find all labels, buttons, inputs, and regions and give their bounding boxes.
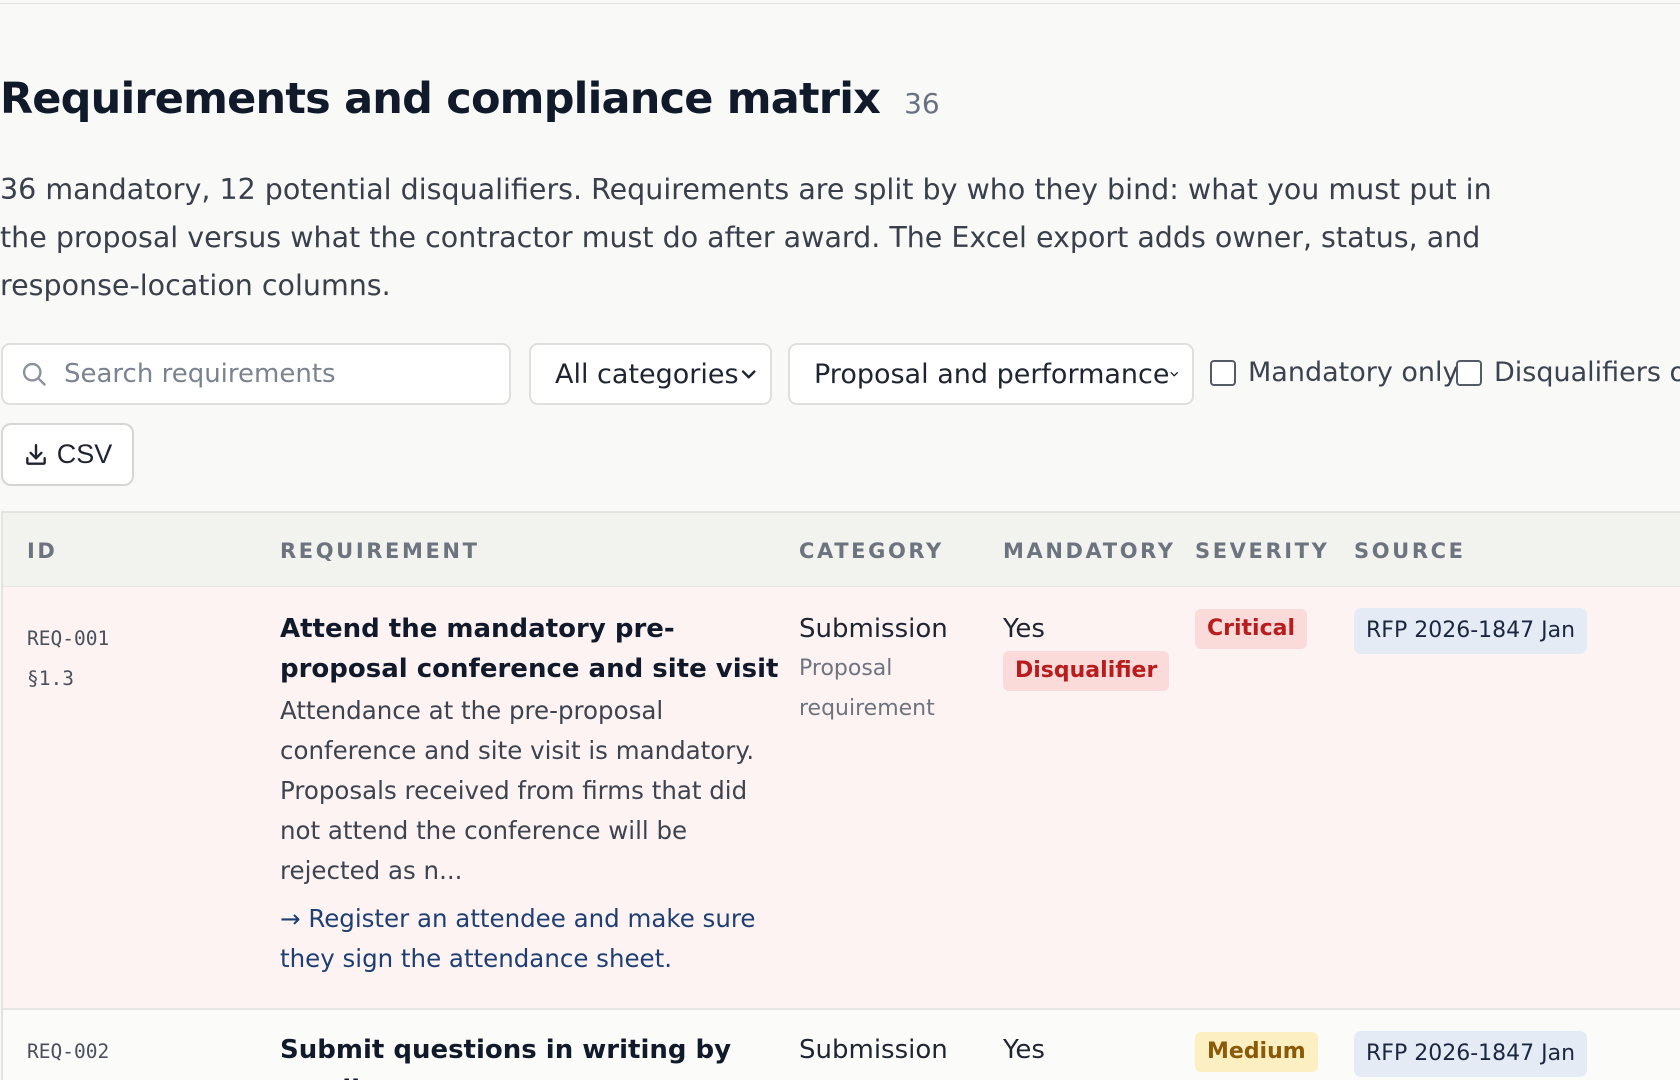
scope-select-value: Proposal and performance	[814, 358, 1170, 390]
category-cell: Submission Proposal requirement	[799, 609, 999, 729]
requirement-action: → Register an attendee and make sure the…	[280, 904, 756, 973]
chevron-down-icon	[741, 370, 756, 379]
mandatory-only-label: Mandatory only	[1248, 357, 1459, 388]
mandatory-value: Yes	[1003, 1035, 1045, 1065]
top-divider	[0, 3, 1680, 4]
disqualifier-badge: Disqualifier	[1003, 651, 1170, 691]
category-select-value: All categories	[555, 358, 739, 390]
category-value: Submission	[799, 1035, 948, 1065]
column-header-severity[interactable]: SEVERITY	[1195, 539, 1329, 563]
search-box[interactable]	[1, 343, 511, 405]
requirements-page: Requirements and compliance matrix 36 36…	[0, 0, 1680, 1080]
csv-export-label: CSV	[56, 439, 113, 469]
table-row[interactable]: REQ-002 Submit questions in writing by e…	[3, 1008, 1680, 1080]
search-input[interactable]	[64, 359, 484, 389]
search-icon	[22, 362, 46, 386]
requirement-cell: Attend the mandatory pre-proposal confer…	[280, 609, 780, 979]
page-description: 36 mandatory, 12 potential disqualifiers…	[0, 173, 1492, 302]
title-row: Requirements and compliance matrix 36	[0, 74, 940, 124]
requirements-table: ID REQUIREMENT CATEGORY MANDATORY SEVERI…	[1, 511, 1680, 1080]
mandatory-only-checkbox[interactable]	[1210, 359, 1236, 386]
column-header-requirement[interactable]: REQUIREMENT	[280, 539, 480, 563]
chevron-down-icon	[1171, 372, 1179, 377]
csv-export-button[interactable]: CSV	[1, 423, 134, 486]
requirement-id: REQ-002	[27, 1040, 110, 1063]
download-icon	[25, 443, 46, 465]
page-title: Requirements and compliance matrix	[0, 74, 881, 124]
mandatory-only-toggle[interactable]: Mandatory only	[1210, 357, 1459, 388]
category-subtype: Proposal requirement	[799, 656, 935, 721]
column-header-mandatory[interactable]: MANDATORY	[1003, 539, 1176, 563]
section-reference: §1.3	[27, 667, 74, 690]
requirement-text: Attendance at the pre-proposal conferenc…	[280, 696, 755, 885]
severity-badge: Medium	[1195, 1032, 1318, 1072]
requirement-title: Submit questions in writing by email	[280, 1035, 732, 1080]
severity-cell: Critical	[1195, 609, 1308, 649]
disqualifiers-only-toggle[interactable]: Disqualifiers on	[1456, 357, 1680, 388]
scope-select[interactable]: Proposal and performance	[788, 343, 1194, 405]
column-header-source[interactable]: SOURCE	[1354, 539, 1466, 563]
disqualifiers-only-checkbox[interactable]	[1456, 359, 1482, 386]
column-header-id[interactable]: ID	[27, 539, 57, 563]
mandatory-value: Yes	[1003, 614, 1045, 644]
requirement-count: 36	[904, 87, 940, 120]
requirement-id: REQ-001	[27, 627, 110, 650]
category-value: Submission	[799, 614, 948, 644]
mandatory-cell: Yes	[1003, 1030, 1045, 1070]
source-cell: RFP 2026-1847 Jan	[1354, 608, 1588, 654]
source-pill[interactable]: RFP 2026-1847 Jan	[1354, 1031, 1588, 1077]
category-select[interactable]: All categories	[529, 343, 772, 405]
source-pill[interactable]: RFP 2026-1847 Jan	[1354, 608, 1588, 654]
requirement-cell: Submit questions in writing by email	[280, 1030, 780, 1080]
table-header: ID REQUIREMENT CATEGORY MANDATORY SEVERI…	[3, 513, 1680, 586]
column-header-category[interactable]: CATEGORY	[799, 539, 944, 563]
category-cell: Submission	[799, 1030, 999, 1070]
disqualifiers-only-label: Disqualifiers on	[1494, 357, 1680, 388]
severity-badge: Critical	[1195, 609, 1308, 649]
table-row[interactable]: REQ-001 §1.3 Attend the mandatory pre-pr…	[3, 586, 1680, 1008]
source-cell: RFP 2026-1847 Jan	[1354, 1031, 1588, 1077]
mandatory-cell: Yes Disqualifier	[1003, 609, 1170, 691]
requirement-title: Attend the mandatory pre-proposal confer…	[280, 614, 779, 684]
severity-cell: Medium	[1195, 1032, 1318, 1072]
